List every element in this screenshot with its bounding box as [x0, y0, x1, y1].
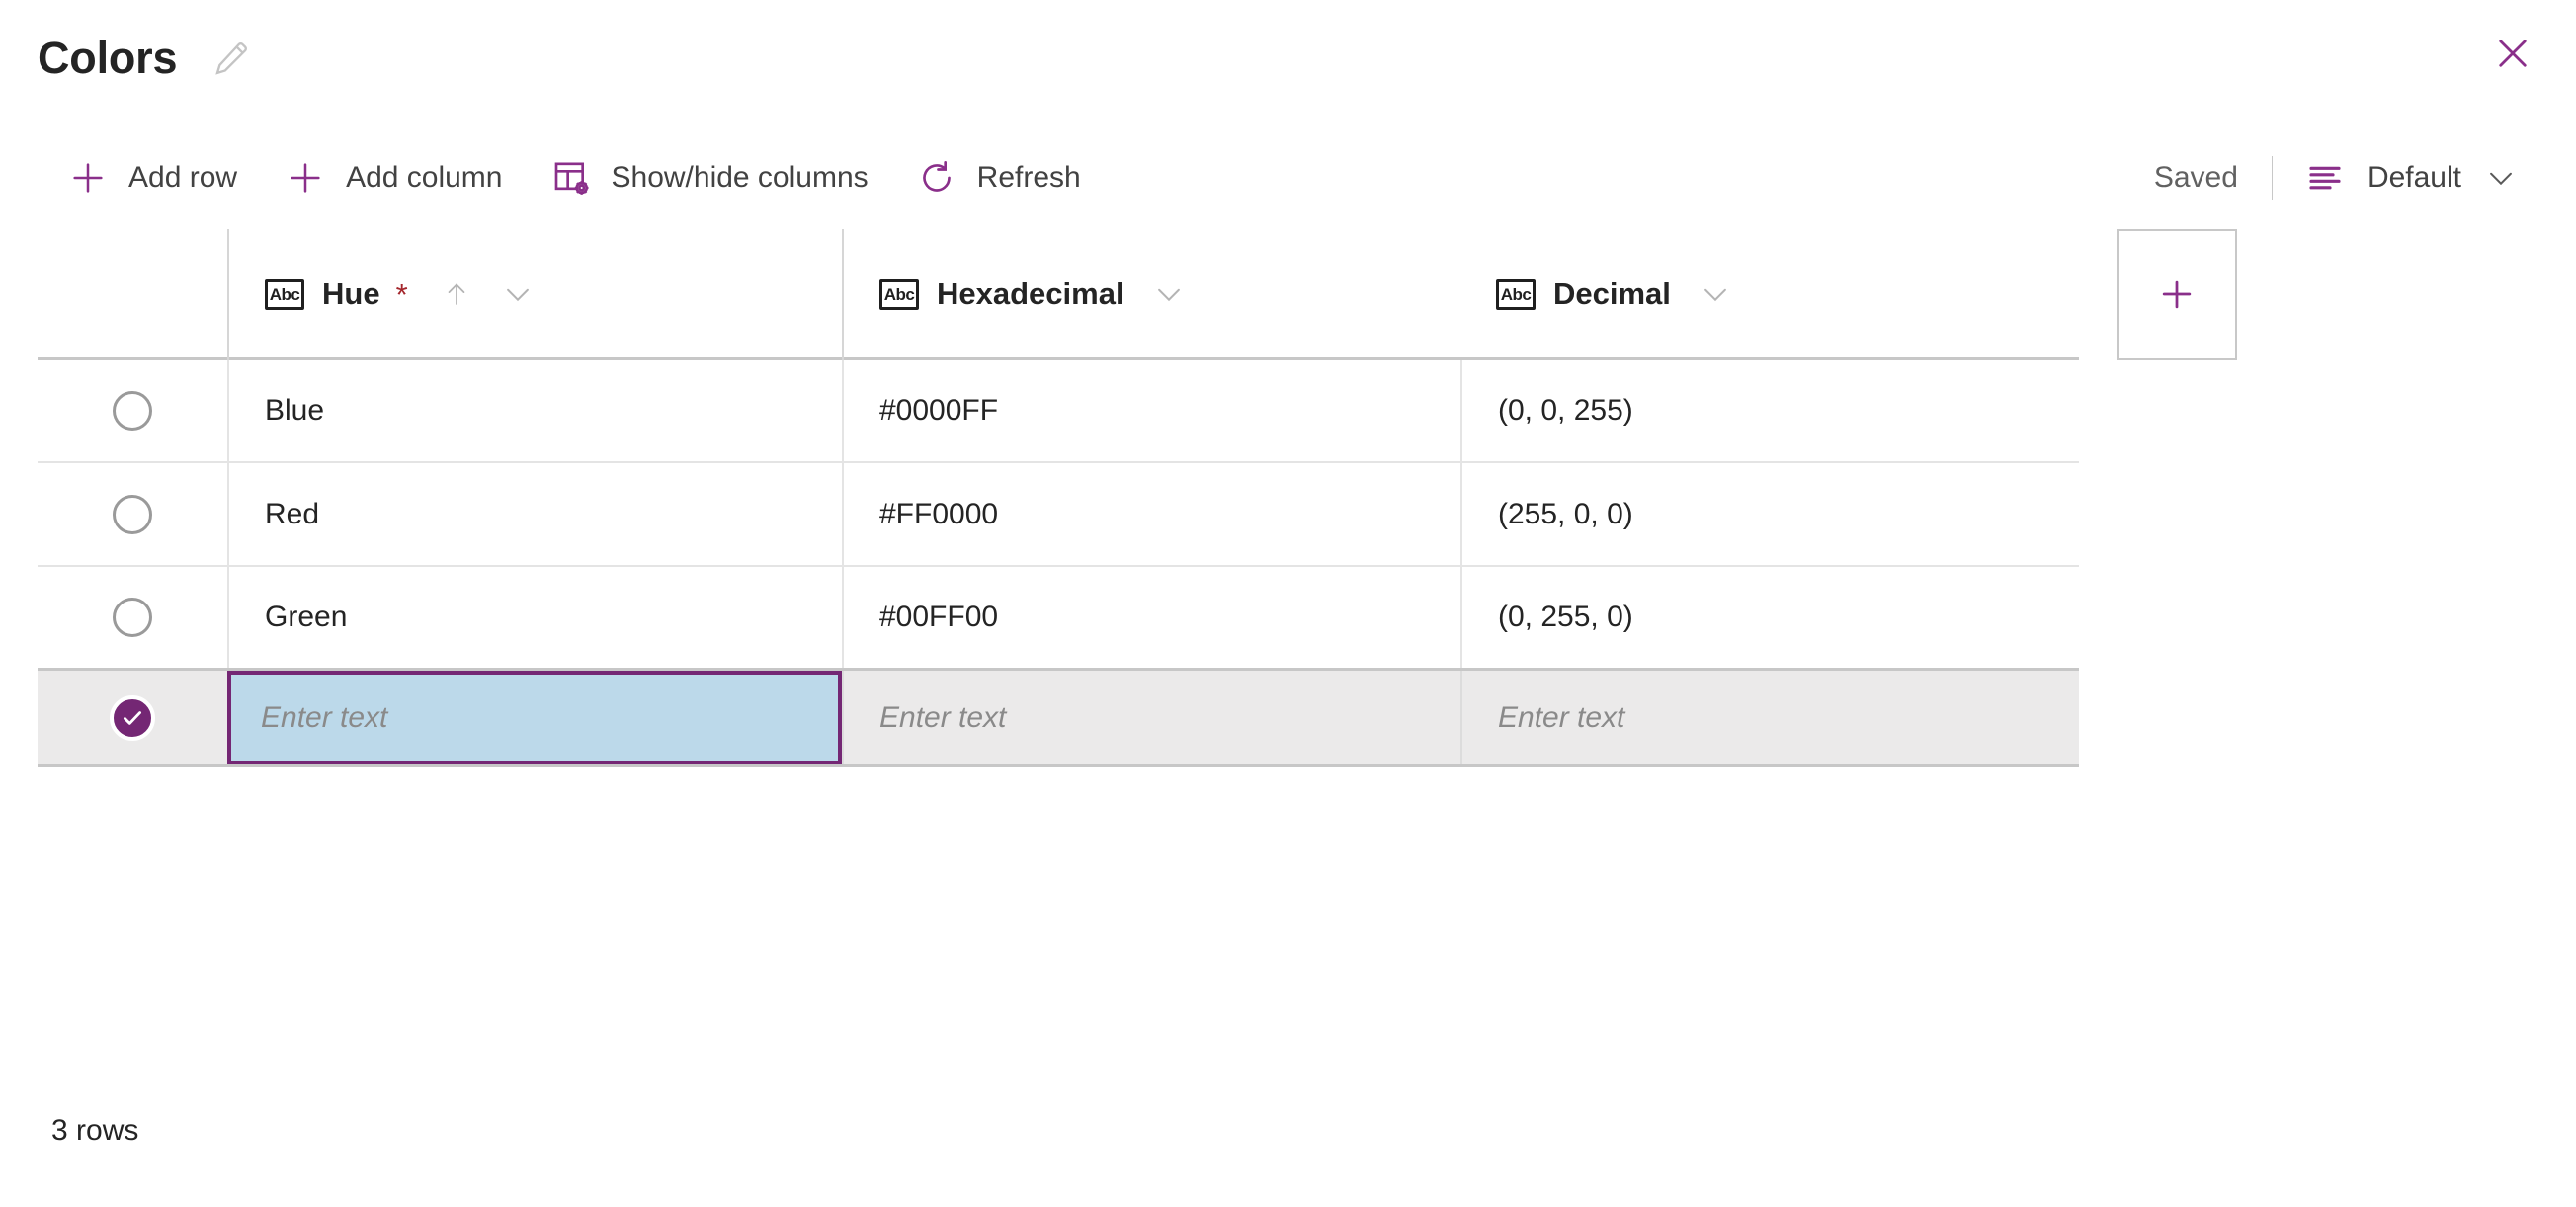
refresh-label: Refresh	[976, 161, 1081, 194]
chevron-down-icon	[2483, 160, 2519, 196]
text-type-icon: Abc	[879, 279, 919, 310]
new-row-hexadecimal-placeholder: Enter text	[879, 700, 1007, 734]
chevron-down-icon[interactable]	[1697, 276, 1734, 313]
refresh-icon	[914, 155, 959, 201]
table-row[interactable]: Green #00FF00 (0, 255, 0)	[38, 567, 2079, 671]
row-select-radio[interactable]	[113, 494, 152, 534]
chevron-down-icon[interactable]	[499, 276, 537, 313]
grid-header-select-cell	[38, 229, 227, 357]
table-row[interactable]: Blue #0000FF (0, 0, 255)	[38, 360, 2079, 463]
close-icon[interactable]	[2485, 26, 2540, 81]
column-header-hexadecimal-label: Hexadecimal	[937, 277, 1124, 311]
row-select-radio-checked[interactable]	[110, 694, 155, 741]
row-select-cell[interactable]	[38, 360, 227, 461]
cell-decimal[interactable]: (0, 0, 255)	[1460, 360, 2079, 461]
new-row-hexadecimal-input[interactable]: Enter text	[842, 671, 1460, 764]
column-header-hue[interactable]: Abc Hue *	[227, 229, 842, 360]
plus-icon	[283, 155, 328, 201]
new-row-hue-input[interactable]: Enter text	[227, 671, 842, 764]
view-list-icon	[2302, 155, 2348, 201]
cell-hexadecimal[interactable]: #00FF00	[842, 567, 1460, 668]
column-header-hue-label: Hue	[322, 277, 380, 311]
refresh-button[interactable]: Refresh	[910, 145, 1099, 210]
required-asterisk: *	[395, 277, 408, 312]
pencil-icon[interactable]	[210, 38, 252, 79]
new-row-hue-placeholder: Enter text	[261, 700, 388, 734]
add-row-label: Add row	[128, 161, 238, 194]
plus-icon	[65, 155, 111, 201]
cell-hue[interactable]: Blue	[227, 360, 842, 461]
grid-header-row: Abc Hue * Abc Hexadecimal Abc Decimal	[38, 229, 2237, 360]
arrow-up-icon[interactable]	[440, 275, 473, 314]
cell-hue[interactable]: Green	[227, 567, 842, 668]
table-settings-icon	[548, 155, 594, 201]
command-bar-left-group: Add row Add column Show/hide columns Ref…	[61, 145, 1122, 210]
chevron-down-icon[interactable]	[1150, 276, 1188, 313]
row-select-radio[interactable]	[113, 390, 152, 431]
cell-decimal[interactable]: (255, 0, 0)	[1460, 463, 2079, 565]
cell-hexadecimal[interactable]: #FF0000	[842, 463, 1460, 565]
view-selector-label: Default	[2367, 161, 2461, 194]
check-icon	[124, 710, 141, 725]
row-select-radio[interactable]	[113, 598, 152, 637]
new-table-row[interactable]: Enter text Enter text Enter text	[38, 671, 2079, 767]
plus-icon	[2162, 280, 2192, 309]
entity-grid-app: Colors Add row Add column Show/hide colu…	[0, 0, 2576, 1207]
title-bar: Colors	[0, 0, 2576, 117]
page-title: Colors	[38, 33, 178, 83]
column-header-hexadecimal[interactable]: Abc Hexadecimal	[842, 229, 1460, 360]
text-type-icon: Abc	[1496, 279, 1536, 310]
data-grid: Abc Hue * Abc Hexadecimal Abc Decimal Bl…	[38, 229, 2237, 767]
show-hide-columns-label: Show/hide columns	[611, 161, 869, 194]
row-select-cell[interactable]	[38, 567, 227, 668]
table-row[interactable]: Red #FF0000 (255, 0, 0)	[38, 463, 2079, 567]
column-header-decimal[interactable]: Abc Decimal	[1460, 229, 2079, 357]
add-column-header-button[interactable]	[2117, 229, 2237, 360]
row-select-cell[interactable]	[38, 671, 227, 764]
cell-decimal[interactable]: (0, 255, 0)	[1460, 567, 2079, 668]
new-row-decimal-input[interactable]: Enter text	[1460, 671, 2079, 764]
add-row-button[interactable]: Add row	[61, 145, 255, 210]
toolbar-divider	[2271, 156, 2273, 200]
new-row-decimal-placeholder: Enter text	[1498, 700, 1625, 734]
add-column-label: Add column	[346, 161, 503, 194]
show-hide-columns-button[interactable]: Show/hide columns	[544, 145, 886, 210]
command-bar-right-group: Saved Default	[2154, 130, 2519, 225]
text-type-icon: Abc	[265, 279, 304, 310]
command-bar: Add row Add column Show/hide columns Ref…	[0, 130, 2576, 225]
cell-hexadecimal[interactable]: #0000FF	[842, 360, 1460, 461]
row-select-cell[interactable]	[38, 463, 227, 565]
add-column-button[interactable]: Add column	[279, 145, 520, 210]
view-selector-button[interactable]: Default	[2302, 145, 2519, 210]
cell-hue[interactable]: Red	[227, 463, 842, 565]
save-status-text: Saved	[2153, 161, 2238, 194]
row-count-label: 3 rows	[51, 1114, 139, 1147]
column-header-decimal-label: Decimal	[1553, 277, 1671, 311]
